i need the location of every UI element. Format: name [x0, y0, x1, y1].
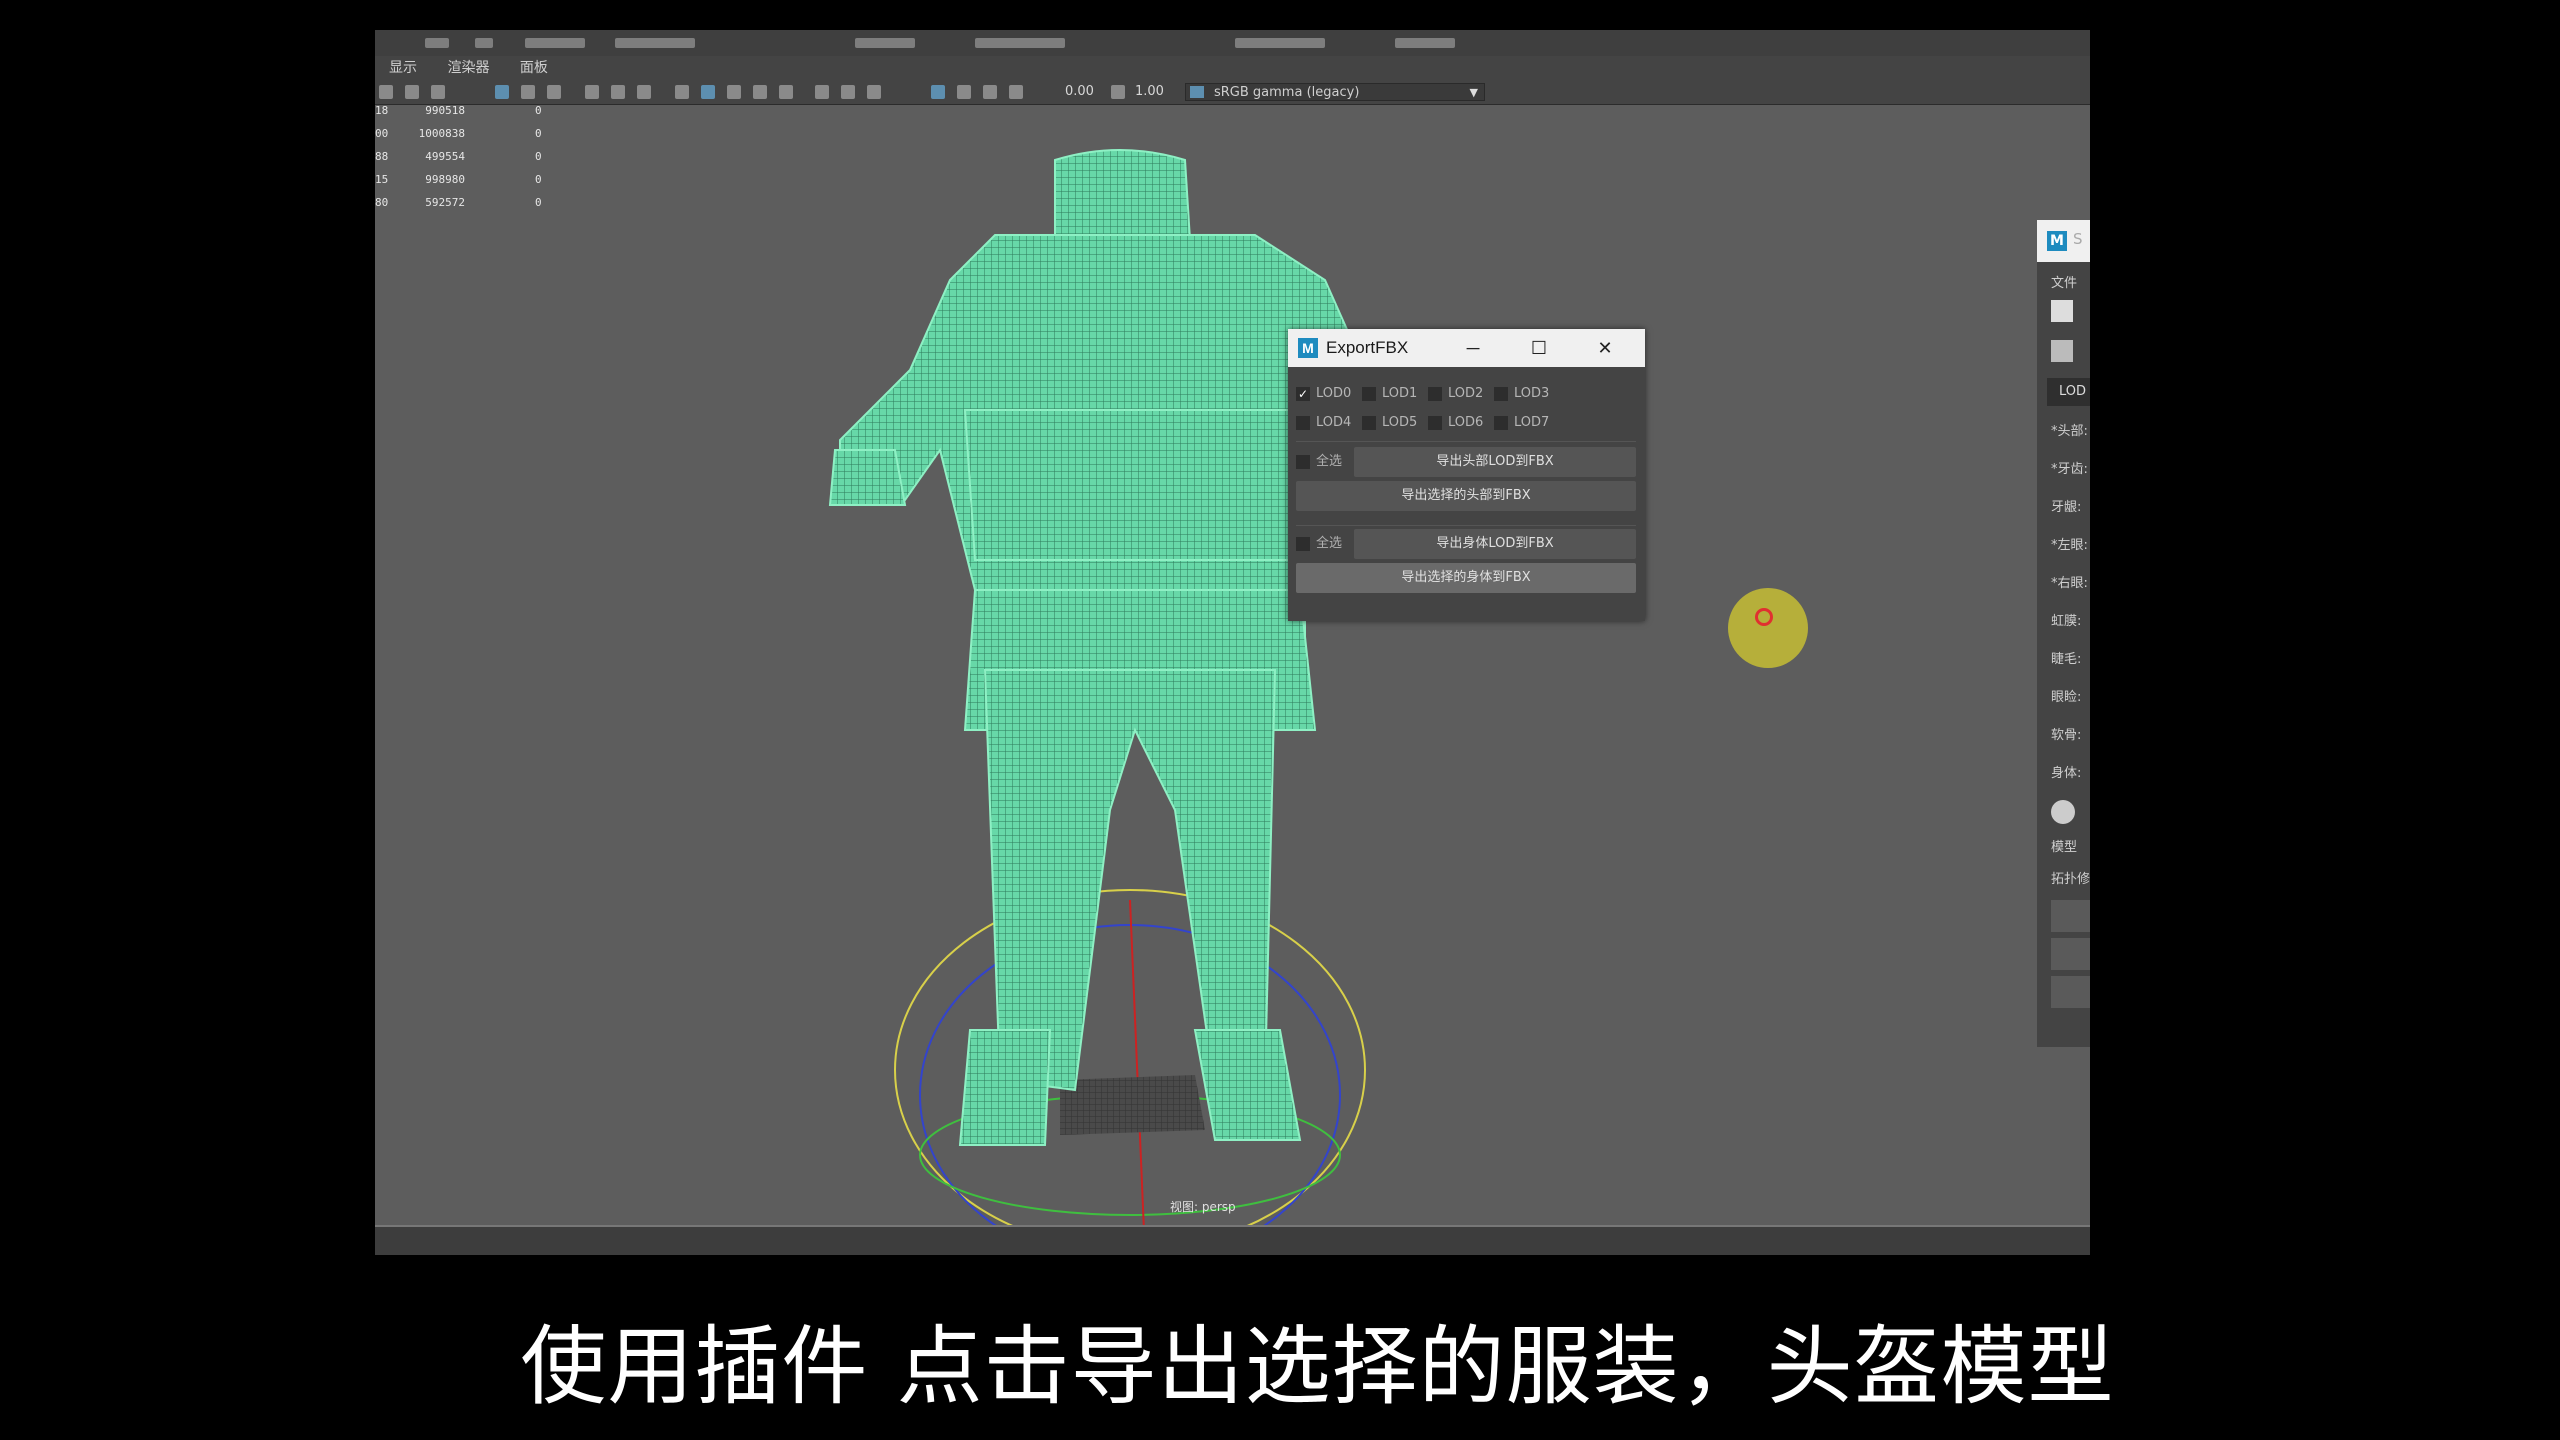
click-highlight — [1728, 588, 1808, 668]
slot-iris: 虹膜: — [2051, 614, 2082, 629]
lod-label: LOD4 — [1316, 415, 1352, 430]
lod-label: LOD6 — [1448, 415, 1484, 430]
maya-logo-icon: M — [2047, 231, 2067, 251]
slot-cartilage: 软骨: — [2051, 728, 2082, 743]
side-panel-button[interactable] — [2051, 976, 2090, 1008]
select-all-head-checkbox[interactable] — [1296, 455, 1310, 469]
export-selected-head-button[interactable]: 导出选择的头部到FBX — [1296, 481, 1636, 511]
slot-eyelash: 睫毛: — [2051, 652, 2082, 667]
lod2-checkbox[interactable]: LOD2 — [1428, 384, 1483, 404]
checkbox-box — [1362, 387, 1376, 401]
slot-gums: 牙龈: — [2051, 500, 2082, 515]
lod-label: LOD5 — [1382, 415, 1418, 430]
slot-head: *头部: — [2051, 424, 2088, 439]
dialog-title: ExportFBX — [1326, 338, 1409, 357]
side-panel-title: S — [2073, 230, 2083, 248]
dialog-titlebar[interactable]: M ExportFBX ─ ☐ ✕ — [1288, 329, 1645, 367]
checkbox-box — [1428, 416, 1442, 430]
lod3-checkbox[interactable]: LOD3 — [1494, 384, 1549, 404]
video-subtitle: 使用插件 点击导出选择的服装，头盔模型 — [520, 1317, 2115, 1417]
checkmark-icon: ✓ — [1296, 387, 1310, 401]
export-fbx-dialog: M ExportFBX ─ ☐ ✕ ✓ LOD0 LOD1 LOD2 LOD3 L… — [1288, 329, 1645, 621]
side-panel-titlebar[interactable]: M S — [2037, 220, 2090, 262]
slot-body: 身体: — [2051, 766, 2082, 781]
maya-logo-icon: M — [1298, 338, 1318, 358]
export-selected-body-button[interactable]: 导出选择的身体到FBX — [1296, 563, 1636, 593]
lod7-checkbox[interactable]: LOD7 — [1494, 413, 1549, 433]
lod-label: LOD3 — [1514, 386, 1550, 401]
model-label: 模型 — [2051, 840, 2078, 855]
checkbox-box — [1428, 387, 1442, 401]
grid-icon[interactable] — [2051, 340, 2073, 362]
camera-label: 视图: persp — [1170, 1200, 1236, 1214]
slot-left-eye: *左眼: — [2051, 538, 2088, 553]
menu-file[interactable]: 文件 — [2051, 272, 2077, 291]
viewport-scene[interactable] — [375, 30, 2090, 1255]
save-icon[interactable] — [2051, 300, 2073, 322]
close-icon[interactable]: ✕ — [1590, 329, 1620, 367]
lod-label: LOD1 — [1382, 386, 1418, 401]
lod5-checkbox[interactable]: LOD5 — [1362, 413, 1417, 433]
topology-label: 拓扑修 — [2051, 872, 2090, 887]
checkbox-box — [1494, 387, 1508, 401]
lod0-checkbox[interactable]: ✓ LOD0 — [1296, 384, 1351, 404]
lod-label: LOD7 — [1514, 415, 1550, 430]
divider — [1296, 525, 1636, 526]
side-tool-panel: M S 文件 LOD *头部: *牙齿: 牙龈: *左眼: *右眼: 虹膜: 睫… — [2037, 220, 2090, 1047]
lod-label: LOD2 — [1448, 386, 1484, 401]
floor-grid-shadow — [1060, 1075, 1205, 1135]
status-bar — [375, 1225, 2090, 1255]
export-body-lod-button[interactable]: 导出身体LOD到FBX — [1354, 529, 1636, 559]
select-all-body-checkbox[interactable] — [1296, 537, 1310, 551]
lod6-checkbox[interactable]: LOD6 — [1428, 413, 1483, 433]
side-panel-button[interactable] — [2051, 900, 2090, 932]
side-panel-button[interactable] — [2051, 938, 2090, 970]
slot-eyelid: 眼睑: — [2051, 690, 2082, 705]
divider — [1296, 441, 1636, 442]
checkbox-box — [1362, 416, 1376, 430]
maya-window: 显示 渲染器 面板 0.00 1.00 sRGB gamma (legacy) … — [375, 30, 2090, 1255]
head-export-row: 全选 导出头部LOD到FBX — [1296, 447, 1636, 477]
maximize-icon[interactable]: ☐ — [1524, 329, 1554, 367]
body-export-row: 全选 导出身体LOD到FBX — [1296, 529, 1636, 559]
lod1-checkbox[interactable]: LOD1 — [1362, 384, 1417, 404]
lod4-checkbox[interactable]: LOD4 — [1296, 413, 1351, 433]
select-all-head-label: 全选 — [1316, 454, 1343, 469]
checkbox-box — [1296, 416, 1310, 430]
character-outfit-wireframe[interactable] — [828, 149, 1447, 1146]
checkbox-box — [1494, 416, 1508, 430]
slot-right-eye: *右眼: — [2051, 576, 2088, 591]
lod-label: LOD0 — [1316, 386, 1352, 401]
lod-field[interactable]: LOD — [2047, 378, 2090, 406]
select-all-body-label: 全选 — [1316, 536, 1343, 551]
slot-teeth: *牙齿: — [2051, 462, 2088, 477]
gear-icon[interactable] — [2051, 800, 2075, 824]
mouse-cursor-icon — [1755, 608, 1773, 626]
minimize-icon[interactable]: ─ — [1458, 329, 1488, 367]
export-head-lod-button[interactable]: 导出头部LOD到FBX — [1354, 447, 1636, 477]
